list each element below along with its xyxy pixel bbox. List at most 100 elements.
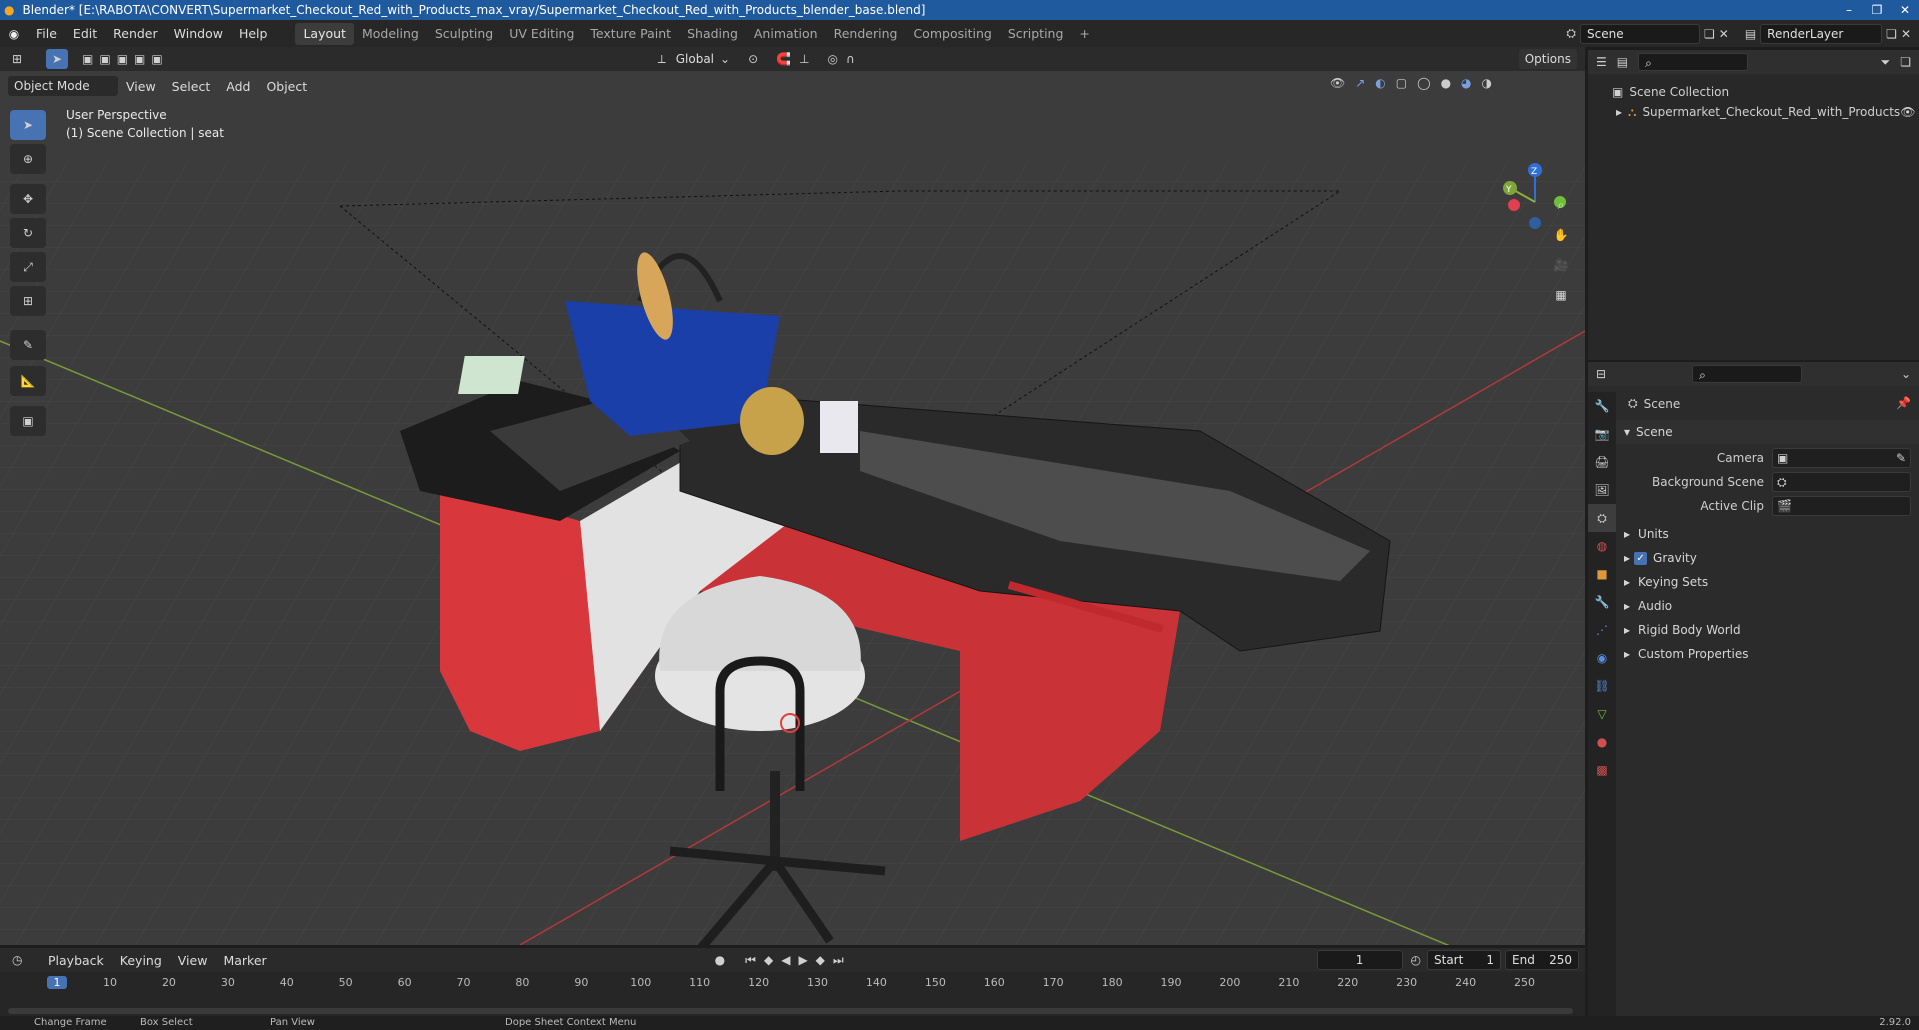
tab-layout[interactable]: Layout xyxy=(295,22,354,45)
overlay-toggle-icon[interactable]: ◐ xyxy=(1375,76,1385,90)
perspective-toggle-icon[interactable]: ▦ xyxy=(1548,282,1574,308)
start-frame-field[interactable]: Start 1 xyxy=(1427,950,1501,970)
particles-tab-icon[interactable]: ⋰ xyxy=(1588,616,1616,644)
select-box-tool[interactable]: ➤ xyxy=(10,110,46,140)
menu-edit[interactable]: Edit xyxy=(65,20,105,47)
tab-texture-paint[interactable]: Texture Paint xyxy=(582,23,679,45)
new-collection-icon[interactable]: ❏ xyxy=(1900,55,1911,69)
select-mode-invert-icon[interactable]: ▣ xyxy=(134,52,145,66)
physics-tab-icon[interactable]: ◉ xyxy=(1588,644,1616,672)
viewport-menu-view[interactable]: View xyxy=(118,73,164,100)
scene-icon[interactable]: ⛭ xyxy=(1566,26,1576,41)
eye-icon[interactable]: 👁 xyxy=(1900,105,1915,119)
end-frame-field[interactable]: End 250 xyxy=(1505,950,1579,970)
cursor-tool[interactable]: ⊕ xyxy=(10,144,46,174)
world-tab-icon[interactable]: ◍ xyxy=(1588,532,1616,560)
menu-help[interactable]: Help xyxy=(231,20,276,47)
subpanel-units[interactable]: ▸ Units xyxy=(1616,522,1919,546)
eyedropper-icon[interactable]: ✎ xyxy=(1896,451,1906,465)
move-tool[interactable]: ✥ xyxy=(10,184,46,214)
rendered-shading-icon[interactable]: ◑ xyxy=(1482,76,1492,90)
rotate-tool[interactable]: ↻ xyxy=(10,218,46,248)
renderlayer-selector[interactable]: RenderLayer xyxy=(1760,23,1883,44)
gizmo-toggle-icon[interactable]: ↗ xyxy=(1355,76,1365,90)
play-icon[interactable]: ▶ xyxy=(798,953,807,967)
texture-tab-icon[interactable]: ▩ xyxy=(1588,756,1616,784)
subpanel-audio[interactable]: ▸ Audio xyxy=(1616,594,1919,618)
constraints-tab-icon[interactable]: ⛓ xyxy=(1588,672,1616,700)
timeline-editor-icon[interactable]: ◷ xyxy=(12,953,40,967)
material-shading-icon[interactable]: ◕ xyxy=(1461,76,1471,90)
scale-tool[interactable]: ⤢ xyxy=(10,252,46,282)
viewport-menu-object[interactable]: Object xyxy=(258,73,315,100)
scene-tab-icon[interactable]: ⛭ xyxy=(1588,504,1616,532)
camera-view-icon[interactable]: 🎥 xyxy=(1548,252,1574,278)
tab-animation[interactable]: Animation xyxy=(746,23,826,45)
timeline-menu-keying[interactable]: Keying xyxy=(112,947,170,974)
annotate-tool[interactable]: ✎ xyxy=(10,330,46,360)
scene-delete-icon[interactable]: ✕ xyxy=(1719,27,1729,41)
record-icon[interactable]: ● xyxy=(715,953,725,967)
scene-new-icon[interactable]: ❏ xyxy=(1704,27,1715,41)
tab-scripting[interactable]: Scripting xyxy=(1000,23,1072,45)
menu-render[interactable]: Render xyxy=(105,20,166,47)
maximize-button[interactable]: ❐ xyxy=(1863,0,1891,20)
close-button[interactable]: ✕ xyxy=(1891,0,1919,20)
properties-editor-icon[interactable]: ⊟ xyxy=(1596,367,1606,381)
select-mode-subtract-icon[interactable]: ▣ xyxy=(117,52,128,66)
pivot-icon[interactable]: ⊙ xyxy=(748,52,758,66)
prev-keyframe-icon[interactable]: ◆ xyxy=(764,953,773,967)
add-cube-tool[interactable]: ▣ xyxy=(10,406,46,436)
outliner-editor-icon[interactable]: ☰ xyxy=(1596,55,1607,69)
timeline-menu-view[interactable]: View xyxy=(170,947,216,974)
background-scene-field[interactable]: ⛭ xyxy=(1772,472,1911,492)
solid-shading-icon[interactable]: ● xyxy=(1441,76,1451,90)
data-tab-icon[interactable]: ▽ xyxy=(1588,700,1616,728)
material-tab-icon[interactable]: ● xyxy=(1588,728,1616,756)
orientation-dropdown[interactable]: Global xyxy=(670,49,720,69)
subpanel-keying-sets[interactable]: ▸ Keying Sets xyxy=(1616,570,1919,594)
subpanel-rigid-body-world[interactable]: ▸ Rigid Body World xyxy=(1616,618,1919,642)
display-mode-icon[interactable]: ▤ xyxy=(1617,55,1628,69)
snap-target-icon[interactable]: ⊥ xyxy=(799,52,809,66)
options-dropdown[interactable]: Options xyxy=(1518,49,1577,69)
tab-sculpting[interactable]: Sculpting xyxy=(427,23,501,45)
outliner-row-scene-collection[interactable]: ▣ Scene Collection xyxy=(1588,82,1919,102)
tab-uv-editing[interactable]: UV Editing xyxy=(501,23,582,45)
subpanel-gravity[interactable]: ▸ ✓ Gravity xyxy=(1616,546,1919,570)
jump-end-icon[interactable]: ⏭ xyxy=(833,953,844,968)
editor-type-icon[interactable]: ⊞ xyxy=(12,52,38,66)
zoom-icon[interactable]: ⌕ xyxy=(1548,192,1574,218)
timeline-menu-playback[interactable]: Playback xyxy=(40,947,112,974)
xray-icon[interactable]: ▢ xyxy=(1396,76,1407,90)
renderlayer-icon[interactable]: ▤ xyxy=(1745,27,1756,41)
blender-menu-icon[interactable]: ◉ xyxy=(0,27,28,41)
tool-tab-icon[interactable]: 🔧 xyxy=(1588,392,1616,420)
outliner-search-input[interactable]: ⌕ xyxy=(1638,53,1749,71)
timeline-ruler[interactable]: 1 10 20 30 40 50 60 70 80 90 100 110 120 130 140 150 160… xyxy=(0,974,1585,994)
tab-compositing[interactable]: Compositing xyxy=(905,23,999,45)
viewport-menu-select[interactable]: Select xyxy=(164,73,219,100)
current-frame-field[interactable]: 1 xyxy=(1316,950,1403,970)
scene-selector[interactable]: Scene xyxy=(1580,23,1700,44)
modifier-tab-icon[interactable]: 🔧 xyxy=(1588,588,1616,616)
select-mode-extend-icon[interactable]: ▣ xyxy=(99,52,110,66)
active-clip-field[interactable]: 🎬 xyxy=(1772,496,1911,516)
select-mode-intersect-icon[interactable]: ▣ xyxy=(151,52,162,66)
render-tab-icon[interactable]: 📷 xyxy=(1588,420,1616,448)
next-keyframe-icon[interactable]: ◆ xyxy=(816,953,825,967)
tab-rendering[interactable]: Rendering xyxy=(826,23,906,45)
subpanel-custom-properties[interactable]: ▸ Custom Properties xyxy=(1616,642,1919,666)
view-layer-tab-icon[interactable]: 🖼 xyxy=(1588,476,1616,504)
viewport-3d[interactable]: Z Y xyxy=(0,71,1585,945)
outliner-row-object[interactable]: ▸ ⛬ Supermarket_Checkout_Red_with_Produc… xyxy=(1588,102,1919,122)
timeline-scrollbar[interactable] xyxy=(8,1008,1573,1014)
properties-options-icon[interactable]: ⌄ xyxy=(1901,367,1911,381)
camera-field[interactable]: ▣ ✎ xyxy=(1772,448,1911,468)
select-mode-new-icon[interactable]: ▣ xyxy=(82,52,93,66)
visibility-icon[interactable]: 👁 xyxy=(1330,76,1345,90)
panel-header-scene[interactable]: ▾ Scene xyxy=(1616,420,1919,444)
snap-icon[interactable]: 🧲 xyxy=(776,52,791,66)
jump-start-icon[interactable]: ⏮ xyxy=(745,953,756,968)
expand-arrow-icon[interactable]: ▸ xyxy=(1616,105,1622,119)
